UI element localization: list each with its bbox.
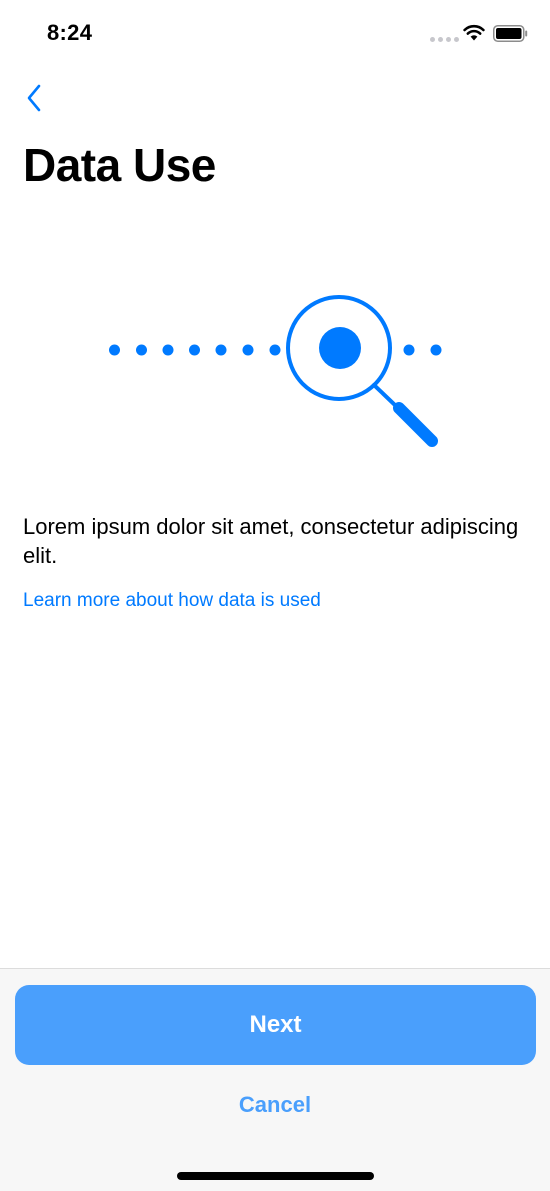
- home-indicator[interactable]: [177, 1172, 374, 1180]
- cancel-button[interactable]: Cancel: [175, 1085, 375, 1125]
- chevron-left-icon: [27, 84, 41, 112]
- data-use-screen: 8:24 Data Use Lorem ipsum dolor sit amet…: [0, 0, 550, 1191]
- back-button[interactable]: [16, 80, 52, 116]
- battery-icon: [493, 25, 528, 42]
- signal-dots-icon: [430, 37, 459, 42]
- page-title: Data Use: [23, 139, 216, 191]
- status-bar: 8:24: [0, 0, 550, 66]
- learn-more-link[interactable]: Learn more about how data is used: [23, 590, 321, 612]
- bottom-action-panel: Next Cancel: [0, 968, 550, 1191]
- description-text: Lorem ipsum dolor sit amet, consectetur …: [23, 514, 519, 568]
- status-time: 8:24: [47, 20, 93, 45]
- magnifying-glass-icon: [109, 295, 442, 447]
- next-button[interactable]: Next: [15, 985, 536, 1065]
- wifi-icon: [463, 24, 485, 41]
